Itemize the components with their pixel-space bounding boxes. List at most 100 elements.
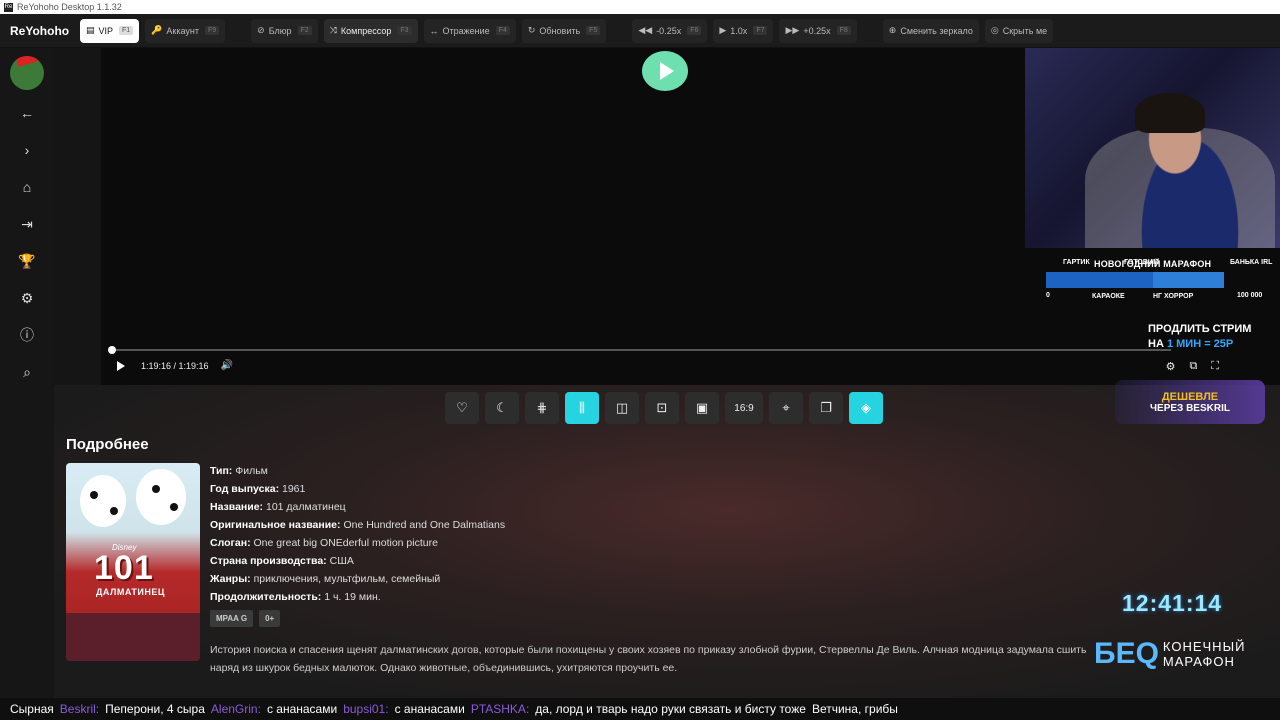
gear-icon[interactable]: ⚙	[12, 285, 42, 311]
toolbar-button[interactable]: ⊘ Блюр F2	[251, 18, 318, 43]
audio-wave-icon[interactable]: ⫼	[565, 392, 599, 424]
hotkey-badge: F8	[836, 26, 851, 35]
info-value: приключения, мультфильм, семейный	[253, 573, 441, 585]
forward-chevron-icon[interactable]: ›	[12, 137, 42, 163]
brand-logo[interactable]: ReYohoho	[10, 24, 69, 38]
toolbar-button-icon: ▶	[719, 25, 727, 35]
logo-line1: КОНЕЧНЫЙ	[1162, 639, 1246, 654]
marathon-logo: БЕQ КОНЕЧНЫЙ МАРАФОН	[1094, 625, 1264, 683]
toolbar-button[interactable]: ⤨ Компрессор F3	[323, 18, 418, 43]
toolbar-button[interactable]: ▶ 1.0x F7	[713, 18, 774, 43]
play-icon[interactable]	[117, 360, 125, 371]
toolbar-button-icon: ⊘	[257, 25, 265, 35]
beskril-line2: ЧЕРЕЗ BESKRIL	[1150, 402, 1230, 414]
toolbar-button-icon: ↻	[527, 25, 536, 35]
marathon-progress: ГАРТИК ГОТОВИМ БАНЬКА IRL НОВОГОДНИЙ МАР…	[1040, 255, 1280, 305]
grid-icon[interactable]: ⋕	[525, 392, 559, 424]
crop-icon[interactable]: ⊡	[645, 392, 679, 424]
toolbar-button-label: 1.0x	[730, 25, 748, 36]
toolbar-button-icon: ▤	[86, 25, 95, 35]
webcam-hair	[1135, 93, 1205, 133]
toolbar-button-icon: 🔑	[151, 25, 163, 35]
toolbar-button-label: +0.25x	[803, 25, 831, 36]
dark-mode-icon[interactable]: ☾	[485, 392, 519, 424]
info-row: Оригинальное название: One Hundred and O…	[210, 516, 505, 534]
poster-subtitle: ДАЛМАТИНЕЦ	[96, 587, 165, 597]
hotkey-badge: F9	[205, 26, 220, 35]
player-controls: 1:19:16 / 1:19:16 🔊	[117, 360, 233, 371]
info-value: 1961	[281, 483, 306, 495]
toolbar-button-label: Блюр	[268, 25, 292, 36]
info-value: 1 ч. 19 мин.	[324, 591, 381, 603]
hotkey-badge: F6	[687, 26, 702, 35]
toolbar-button-label: Сменить зеркало	[900, 25, 973, 36]
info-value: One Hundred and One Dalmatians	[343, 519, 506, 531]
screenshot-icon[interactable]: ⌖	[769, 392, 803, 424]
marathon-label-top: БАНЬКА IRL	[1230, 259, 1273, 266]
progress-bar[interactable]	[108, 346, 1171, 354]
favorite-heart-icon[interactable]: ♡	[445, 392, 479, 424]
layers-icon[interactable]: ◈	[849, 392, 883, 424]
mirror-icon[interactable]: ◫	[605, 392, 639, 424]
prolong-line1: ПРОДЛИТЬ СТРИМ	[1148, 323, 1252, 335]
marathon-end: 100 000	[1237, 292, 1263, 299]
info-icon[interactable]: ⓘ	[12, 322, 42, 348]
info-row: Страна производства: США	[210, 552, 505, 570]
info-label: Продолжительность:	[210, 591, 322, 603]
chat-nick: AlenGrin:	[210, 702, 261, 716]
volume-icon[interactable]: 🔊	[221, 360, 233, 371]
info-row: Продолжительность: 1 ч. 19 мин.	[210, 588, 505, 606]
info-row: Жанры: приключения, мультфильм, семейный	[210, 570, 505, 588]
home-icon[interactable]: ⌂	[12, 174, 42, 200]
search-icon[interactable]: ⌕	[12, 359, 42, 385]
poster-spot	[170, 503, 178, 511]
top-toolbar: ReYohoho ▤ VIP F1 🔑 Аккаунт F9 ⊘ Блюр F2 ⤨ Компрес…	[0, 14, 1280, 48]
poster-number: 101	[94, 549, 154, 587]
logo-words: КОНЕЧНЫЙ МАРАФОН	[1163, 639, 1246, 669]
toolbar-button-icon: ◎	[990, 25, 999, 35]
chat-message: с ананасами	[394, 702, 465, 716]
time-display: 1:19:16 / 1:19:16	[141, 360, 209, 371]
progress-knob[interactable]	[108, 346, 116, 354]
info-row: Год выпуска: 1961	[210, 480, 505, 498]
fullscreen-icon[interactable]: ⛶	[1211, 360, 1219, 373]
toolbar-button[interactable]: ◀◀ -0.25x F6	[632, 18, 708, 43]
stream-clock: 12:41:14	[1122, 590, 1223, 616]
chat-message: Ветчина, грибы	[811, 702, 898, 716]
toolbar-button-label: Обновить	[539, 25, 581, 36]
toolbar-button[interactable]: 🔑 Аккаунт F9	[145, 18, 226, 43]
trophy-icon[interactable]: 🏆	[12, 248, 42, 274]
aspect-ratio-button[interactable]: 16:9	[725, 392, 763, 424]
toolbar-button[interactable]: ▶▶ +0.25x F8	[779, 18, 857, 43]
toolbar-button[interactable]: ↔ Отражение F4	[423, 18, 516, 43]
player-icon-bar: ♡ ☾ ⋕ ⫼ ◫ ⊡ ▣ 16:9 ⌖ ❐ ◈	[445, 392, 883, 424]
movie-info: Тип: Фильм Год выпуска: 1961 Название: 101…	[210, 462, 505, 606]
copy-icon[interactable]: ❐	[809, 392, 843, 424]
rating-badges: MPAA G 0+	[210, 610, 281, 627]
toolbar-button-icon: ◀◀	[638, 25, 653, 35]
toolbar-button[interactable]: ⊕ Сменить зеркало	[882, 18, 979, 43]
info-label: Страна производства:	[210, 555, 327, 567]
marathon-start: 0	[1046, 292, 1050, 299]
settings-icon[interactable]: ⚙	[1166, 360, 1176, 373]
section-title: Подробнее	[66, 436, 149, 453]
info-value: США	[329, 555, 354, 567]
toolbar-button-icon: ⊕	[888, 25, 897, 35]
play-button-large[interactable]	[642, 51, 688, 91]
chat-message: с ананасами	[266, 702, 338, 716]
sidebar: ← › ⌂ ⇥ 🏆 ⚙ ⓘ ⌕	[0, 48, 54, 698]
avatar[interactable]	[10, 56, 44, 90]
toolbar-button-label: Скрыть ме	[1002, 25, 1048, 36]
toolbar-button[interactable]: ▤ VIP F1	[80, 18, 140, 43]
toolbar-button[interactable]: ↻ Обновить F5	[521, 18, 607, 43]
hotkey-badge: F1	[119, 26, 134, 35]
toolbar-button[interactable]: ◎ Скрыть ме	[984, 18, 1054, 43]
back-arrow-icon[interactable]: ←	[12, 100, 42, 126]
logo-abbr: БЕQ	[1094, 637, 1159, 670]
info-label: Название:	[210, 501, 264, 513]
info-row: Слоган: One great big ONEderful motion p…	[210, 534, 505, 552]
popout-icon[interactable]: ⧉	[1189, 360, 1197, 373]
login-icon[interactable]: ⇥	[12, 211, 42, 237]
chat-nick: bupsi01:	[343, 702, 389, 716]
picture-in-picture-icon[interactable]: ▣	[685, 392, 719, 424]
